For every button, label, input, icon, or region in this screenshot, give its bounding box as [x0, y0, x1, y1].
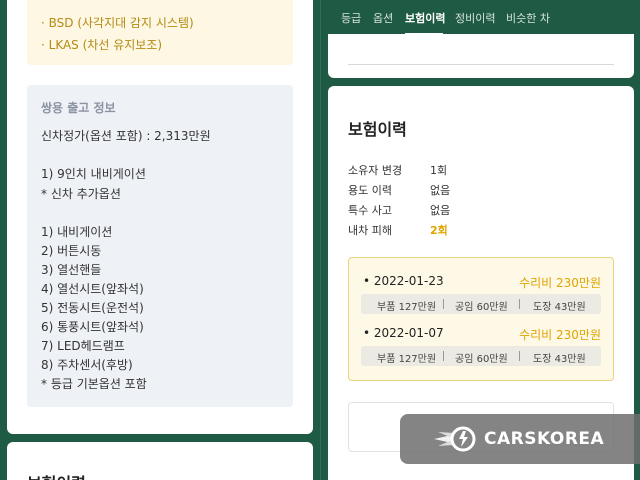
- safety-options-box: · BSD (사각지대 감지 시스템) · LKAS (차선 유지보조): [27, 0, 293, 65]
- parts-cost: 부품 127만원: [377, 302, 437, 313]
- option-line: · LKAS (차선 유지보조): [41, 38, 163, 52]
- info-line: 5) 전동시트(운전석): [41, 301, 144, 315]
- separator: [519, 351, 520, 361]
- claim-cost: 수리비 230만원: [519, 276, 601, 290]
- stat-label: 용도 이력: [348, 184, 392, 197]
- info-line: 1) 9인치 내비게이션: [41, 167, 146, 181]
- stat-label: 내차 피해: [348, 224, 392, 237]
- insurance-title: 보험이력: [348, 120, 407, 139]
- watermark-text: CARSKOREA: [484, 429, 605, 449]
- tab-maintenance-history[interactable]: 정비이력: [455, 10, 495, 26]
- claims-box: • 2022-01-23 수리비 230만원 부품 127만원 공임 60만원 …: [348, 257, 614, 381]
- divider: [348, 64, 614, 65]
- previous-card: [328, 34, 634, 78]
- right-panel: 등급 옵션 보험이력 정비이력 비슷한 차 보험이력 소유자 변경 1회 용도 …: [320, 0, 640, 480]
- claim-cost: 수리비 230만원: [519, 328, 601, 342]
- separator: [519, 299, 520, 309]
- stat-value: 없음: [430, 184, 451, 197]
- paint-cost: 도장 43만원: [533, 354, 586, 365]
- detail-card: · BSD (사각지대 감지 시스템) · LKAS (차선 유지보조) 쌍용 …: [7, 0, 313, 434]
- info-line: * 신차 추가옵션: [41, 187, 121, 201]
- insurance-section-title: 보험이력: [27, 470, 86, 480]
- claim-breakdown: 부품 127만원 공임 60만원 도장 43만원: [361, 294, 601, 314]
- option-line: · BSD (사각지대 감지 시스템): [41, 16, 194, 30]
- info-line: 4) 열선시트(앞좌석): [41, 282, 144, 296]
- info-line: 2) 버튼시동: [41, 244, 102, 258]
- carskorea-logo-icon: [434, 426, 476, 452]
- tab-similar-cars[interactable]: 비슷한 차: [506, 10, 550, 26]
- factory-info-title: 쌍용 출고 정보: [41, 101, 116, 115]
- left-panel: · BSD (사각지대 감지 시스템) · LKAS (차선 유지보조) 쌍용 …: [0, 0, 320, 480]
- paint-cost: 도장 43만원: [533, 302, 586, 313]
- labor-cost: 공임 60만원: [455, 354, 508, 365]
- info-line: 8) 주차센서(후방): [41, 358, 133, 372]
- info-line: 신차정가(옵션 포함) : 2,313만원: [41, 129, 211, 143]
- tab-options[interactable]: 옵션: [373, 10, 393, 26]
- separator: [443, 299, 444, 309]
- parts-cost: 부품 127만원: [377, 354, 437, 365]
- tab-grade[interactable]: 등급: [341, 10, 361, 26]
- claim-breakdown: 부품 127만원 공임 60만원 도장 43만원: [361, 346, 601, 366]
- tab-insurance-history[interactable]: 보험이력: [405, 10, 445, 26]
- info-line: * 등급 기본옵션 포함: [41, 377, 147, 391]
- stat-value-highlight: 2회: [430, 224, 448, 237]
- section-tabs: 등급 옵션 보험이력 정비이력 비슷한 차: [321, 0, 640, 36]
- info-line: 3) 열선핸들: [41, 263, 102, 277]
- carskorea-watermark: CARSKOREA: [400, 414, 640, 464]
- info-line: 1) 내비게이션: [41, 225, 113, 239]
- claim-date: • 2022-01-07: [363, 326, 444, 340]
- info-line: 7) LED헤드램프: [41, 339, 125, 353]
- insurance-card-partial: 보험이력: [7, 442, 313, 480]
- stat-label: 소유자 변경: [348, 164, 403, 177]
- factory-info-box: 쌍용 출고 정보 신차정가(옵션 포함) : 2,313만원 1) 9인치 내비…: [27, 85, 293, 407]
- claim-date: • 2022-01-23: [363, 274, 444, 288]
- stat-label: 특수 사고: [348, 204, 392, 217]
- separator: [443, 351, 444, 361]
- stat-value: 1회: [430, 164, 448, 177]
- info-line: 6) 통풍시트(앞좌석): [41, 320, 144, 334]
- labor-cost: 공임 60만원: [455, 302, 508, 313]
- stat-value: 없음: [430, 204, 451, 217]
